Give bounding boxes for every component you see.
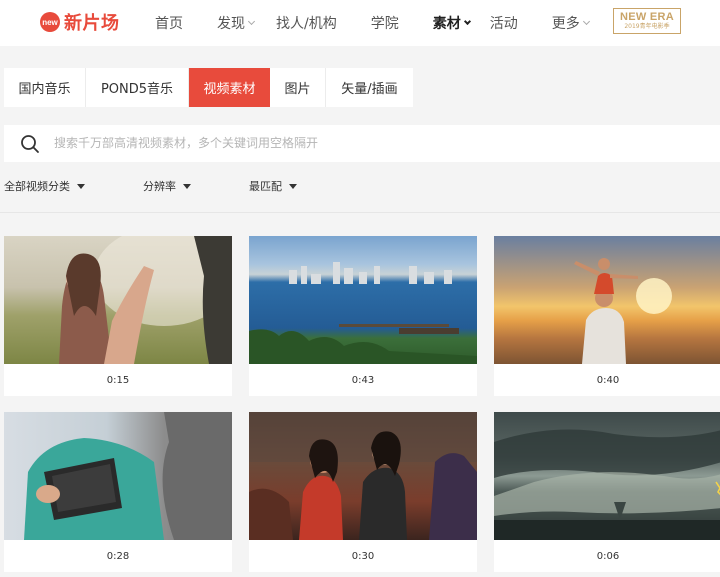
video-thumbnail[interactable]	[494, 236, 720, 364]
logo-badge: new	[40, 12, 60, 32]
video-card[interactable]: 0:15	[4, 236, 232, 396]
nav-item-discover[interactable]: 发现	[217, 13, 256, 33]
tab-label: POND5音乐	[100, 82, 174, 97]
new-era-promo-banner[interactable]: NEW ERA 2019青年电影季	[613, 8, 681, 34]
nav-item-academy[interactable]: 学院	[371, 13, 399, 33]
video-duration: 0:40	[596, 374, 620, 386]
video-thumbnail[interactable]	[494, 412, 720, 540]
category-tabs: 国内音乐 POND5音乐 视频素材 图片 矢量/插画	[4, 68, 413, 107]
tab-domestic-music[interactable]: 国内音乐	[4, 68, 86, 107]
filter-bar: 全部视频分类 分辨率 最匹配	[0, 178, 720, 198]
tab-images[interactable]: 图片	[270, 68, 326, 107]
search-bar	[4, 125, 720, 162]
filter-label: 分辨率	[143, 180, 176, 193]
filter-sort[interactable]: 最匹配	[249, 178, 297, 194]
nav-item-home[interactable]: 首页	[155, 13, 183, 33]
nav-label: 学院	[370, 16, 399, 32]
filter-video-category[interactable]: 全部视频分类	[4, 178, 85, 194]
nav-label: 更多	[551, 16, 580, 32]
filter-label: 全部视频分类	[4, 180, 70, 193]
caret-down-icon	[289, 183, 297, 189]
video-card[interactable]: 0:06	[494, 412, 720, 572]
chevron-down-icon	[582, 17, 590, 26]
nav-label: 活动	[489, 16, 518, 32]
tab-label: 国内音乐	[18, 82, 71, 97]
tab-video-footage[interactable]: 视频素材	[189, 68, 270, 107]
nav-label: 发现	[217, 16, 245, 32]
top-header: new 新片场 首页 发现 找人/机构 学院 素材 活动 更多 NEW ERA …	[0, 0, 720, 46]
nav-item-find-people[interactable]: 找人/机构	[276, 13, 337, 33]
search-input[interactable]	[54, 132, 694, 154]
promo-title: NEW ERA	[619, 11, 675, 23]
nav-item-materials[interactable]: 素材	[432, 13, 471, 33]
video-card[interactable]: 0:43	[249, 236, 477, 396]
video-card[interactable]: 0:30	[249, 412, 477, 572]
main-nav: 首页 发现 找人/机构 学院 素材 活动 更多	[155, 0, 590, 46]
nav-item-events[interactable]: 活动	[490, 13, 518, 33]
promo-subtitle: 2019青年电影季	[624, 23, 670, 30]
video-card[interactable]: 0:40	[494, 236, 720, 396]
video-duration: 0:15	[106, 374, 130, 386]
filter-divider	[0, 212, 720, 213]
caret-down-icon	[183, 183, 191, 189]
tab-pond5-music[interactable]: POND5音乐	[86, 68, 189, 107]
site-logo[interactable]: new 新片场	[40, 9, 120, 35]
nav-label: 首页	[155, 16, 183, 32]
nav-item-more[interactable]: 更多	[551, 13, 590, 33]
video-duration: 0:43	[351, 374, 375, 386]
tab-label: 视频素材	[203, 82, 256, 97]
tab-label: 图片	[284, 82, 311, 97]
tab-vector-illustration[interactable]: 矢量/插画	[326, 68, 413, 107]
video-duration: 0:06	[596, 550, 620, 562]
caret-down-icon	[77, 183, 85, 189]
video-thumbnail[interactable]	[4, 236, 232, 364]
search-icon[interactable]	[20, 134, 40, 154]
filter-label: 最匹配	[249, 180, 282, 193]
video-card[interactable]: 0:28	[4, 412, 232, 572]
nav-label: 素材	[432, 16, 461, 32]
video-thumbnail[interactable]	[249, 236, 477, 364]
logo-text: 新片场	[64, 13, 120, 34]
chevron-down-icon	[463, 17, 471, 26]
video-duration: 0:30	[351, 550, 375, 562]
video-duration: 0:28	[106, 550, 130, 562]
nav-label: 找人/机构	[276, 16, 337, 32]
video-thumbnail[interactable]	[249, 412, 477, 540]
chevron-down-icon	[247, 17, 256, 26]
tab-label: 矢量/插画	[341, 82, 398, 97]
video-thumbnail[interactable]	[4, 412, 232, 540]
filter-resolution[interactable]: 分辨率	[143, 178, 191, 194]
